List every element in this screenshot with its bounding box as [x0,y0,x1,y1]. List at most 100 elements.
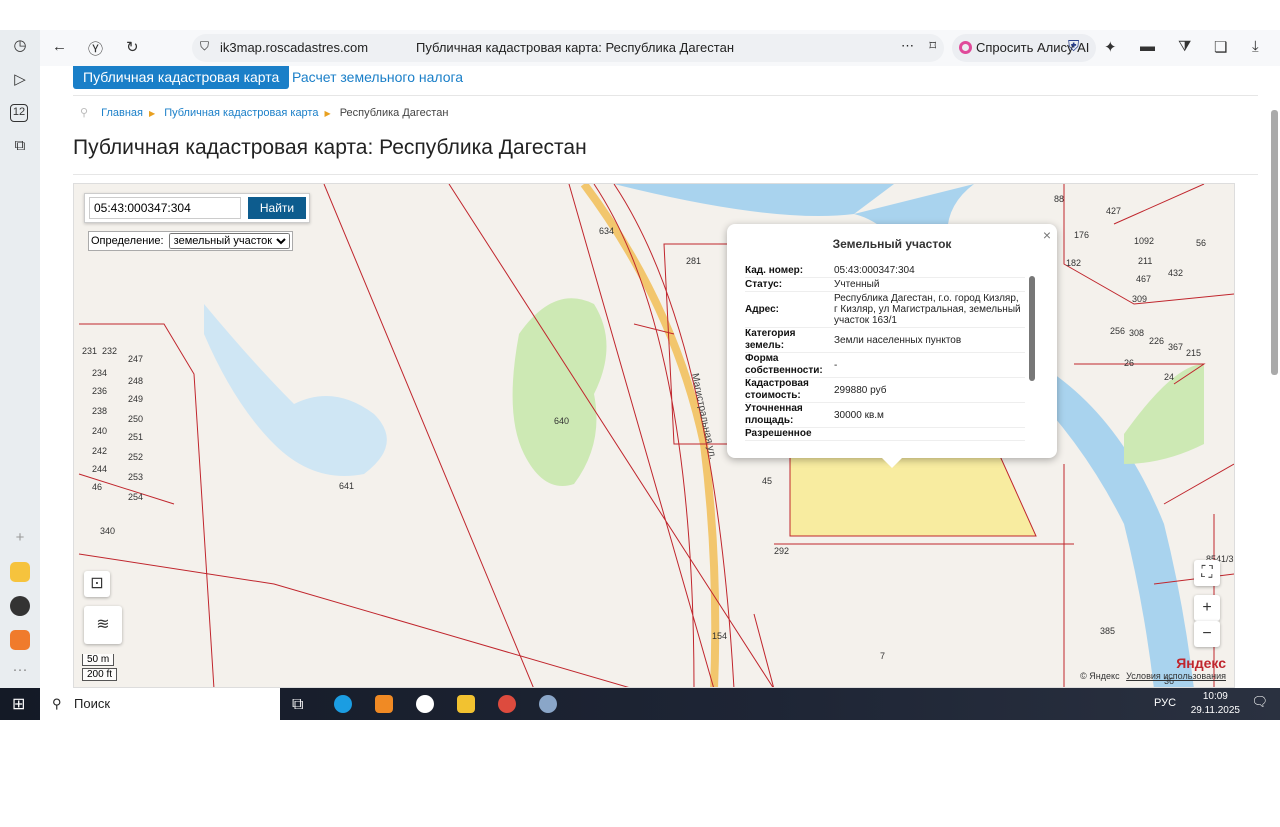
parcel-label: 215 [1186,348,1201,358]
crumb-map[interactable]: Публичная кадастровая карта [164,107,318,119]
parcel-label: 309 [1132,294,1147,304]
crumb-current: Республика Дагестан [339,107,449,119]
parcel-label: 340 [100,526,115,536]
field-value: 05:43:000347:304 [834,265,915,276]
parcel-label: 232 [102,346,117,356]
screenshot-icon[interactable]: ⧉ [10,136,30,156]
parcel-info-popup: Земельный участок × Кад. номер: 05:43:000… [727,224,1057,468]
fullscreen-icon[interactable]: ⛶ [1194,560,1220,586]
file-explorer-icon[interactable] [457,695,475,713]
parcel-label: 244 [92,464,107,474]
parcel-label: 640 [554,416,569,426]
notifications-icon[interactable]: 🗨 [1251,694,1268,710]
task-view-icon[interactable]: ⧉ [292,696,303,714]
definition-select[interactable]: земельный участок [168,233,290,249]
extension-icon[interactable]: ⛨ [1068,38,1079,55]
popup-row: Кадастровая стоимость: 299880 руб [745,378,1025,403]
download-icon[interactable]: ⤓ [1252,38,1259,55]
clock[interactable]: 10:09 29.11.2025 [1191,690,1240,718]
field-label: Уточненная площадь: [745,403,803,426]
page-title: Публичная кадастровая карта: Республика … [73,136,587,159]
search-icon: ⚲ [52,696,62,711]
parcel-info-table: Кад. номер: 05:43:000347:304 Статус: Учтенн… [745,264,1025,444]
parcel-label: 254 [128,492,143,502]
parcel-label: 46 [92,482,102,492]
parcel-label: 154 [712,631,727,641]
field-value [834,433,1025,435]
calendar-icon[interactable]: 12 [10,104,28,122]
parcel-label: 634 [599,226,614,236]
popup-scrollbar[interactable] [1029,276,1035,381]
popup-row: Адрес: Республика Дагестан, г.о. город Ки… [745,292,1025,328]
field-label: Форма собственности: [745,353,823,376]
page-title-text: Публичная кадастровая карта: Республика … [416,40,734,55]
nav-land-tax[interactable]: Расчет земельного налога [292,69,463,85]
scale-meters: 50 m [82,654,115,666]
terms-link[interactable]: Условия использования [1126,671,1226,681]
green-area [512,298,607,486]
field-value: Учтенный [834,279,880,290]
play-icon[interactable]: ▷ [10,70,30,90]
taskbar: ⊞ ⚲ Поиск ⧉ РУС 10:09 29.11.2025 🗨 [0,688,1280,720]
parcel-label: 234 [92,368,107,378]
field-label: Кадастровая стоимость: [745,378,809,401]
back-icon[interactable]: ← [52,38,67,55]
history-icon[interactable]: ◷ [10,36,30,56]
address-bar[interactable]: ⛉ ik3map.roscadastres.com Публичная када… [192,34,944,62]
app-icon[interactable] [10,596,30,616]
close-icon[interactable]: × [1043,227,1051,243]
cadastral-number-input[interactable] [89,197,241,219]
selected-parcel[interactable] [789,455,1037,537]
add-icon[interactable]: + [10,528,30,548]
scale-feet: 200 ft [82,668,118,681]
popup-row: Категория земель: Земли населенных пункто… [745,328,1025,353]
zoom-out-button[interactable]: − [1194,621,1220,647]
parcel-label: 367 [1168,342,1183,352]
parcel-label: 176 [1074,230,1089,240]
find-button[interactable]: Найти [248,197,306,219]
cadastral-search: Найти [84,193,310,223]
parcel-label: 247 [128,354,143,364]
extension-icon[interactable]: ✦ [1104,38,1117,56]
paint-icon[interactable] [539,695,557,713]
crumb-home[interactable]: Главная [101,107,143,119]
taskbar-search[interactable]: ⚲ Поиск [40,688,280,720]
extension-icon[interactable]: ▬ [1140,38,1155,55]
popup-row: Кад. номер: 05:43:000347:304 [745,264,1025,278]
yandex-icon[interactable]: Ⓨ [88,38,103,59]
windows-start-icon[interactable]: ⊞ [12,694,25,714]
ruler-icon[interactable]: ⊡ [84,571,110,597]
nav-cadastral-map[interactable]: Публичная кадастровая карта [73,66,290,89]
parcel-label: 281 [686,256,701,266]
collections-icon[interactable]: ❏ [1214,38,1227,56]
extensions-icon[interactable]: ⧩ [1178,38,1191,55]
app-icon[interactable] [10,562,30,582]
page-scrollbar[interactable] [1271,110,1278,375]
reload-icon[interactable]: ↻ [126,38,139,56]
parcel-label: 249 [128,394,143,404]
more-icon[interactable]: ··· [10,660,30,680]
yandex-browser-icon[interactable] [416,695,434,713]
language-indicator[interactable]: РУС [1154,697,1176,709]
parcel-label: 231 [82,346,97,356]
yandex-logo: Яндекс [1176,655,1226,671]
parcel-label: 292 [774,546,789,556]
map-canvas[interactable]: 884271761092182 21156467432309256 30822636… [74,184,1235,688]
parcel-label: 211 [1138,256,1152,266]
browser-toolbar: ← Ⓨ ↻ ⛉ ik3map.roscadastres.com Публична… [40,30,1280,66]
bookmark-icon[interactable]: ⌑ [929,38,936,54]
field-value: 30000 кв.м [834,409,884,421]
app-icon[interactable] [375,695,393,713]
more-icon[interactable]: ⋯ [901,38,914,54]
url-text: ik3map.roscadastres.com [220,40,369,55]
popup-row: Уточненная площадь: 30000 кв.м [745,403,1025,428]
popup-row: Разрешенное [745,428,1025,441]
field-label: Статус: [745,278,783,290]
parcel-label: 182 [1066,258,1081,268]
edge-icon[interactable] [334,695,352,713]
cadastral-map[interactable]: 88 427 176 1092 182 211 56 467 432 309 256 308 226 36… [73,183,1235,688]
chrome-icon[interactable] [498,695,516,713]
zoom-in-button[interactable]: + [1194,595,1220,621]
app-icon[interactable] [10,630,30,650]
layers-icon[interactable]: ≋ [84,606,122,644]
